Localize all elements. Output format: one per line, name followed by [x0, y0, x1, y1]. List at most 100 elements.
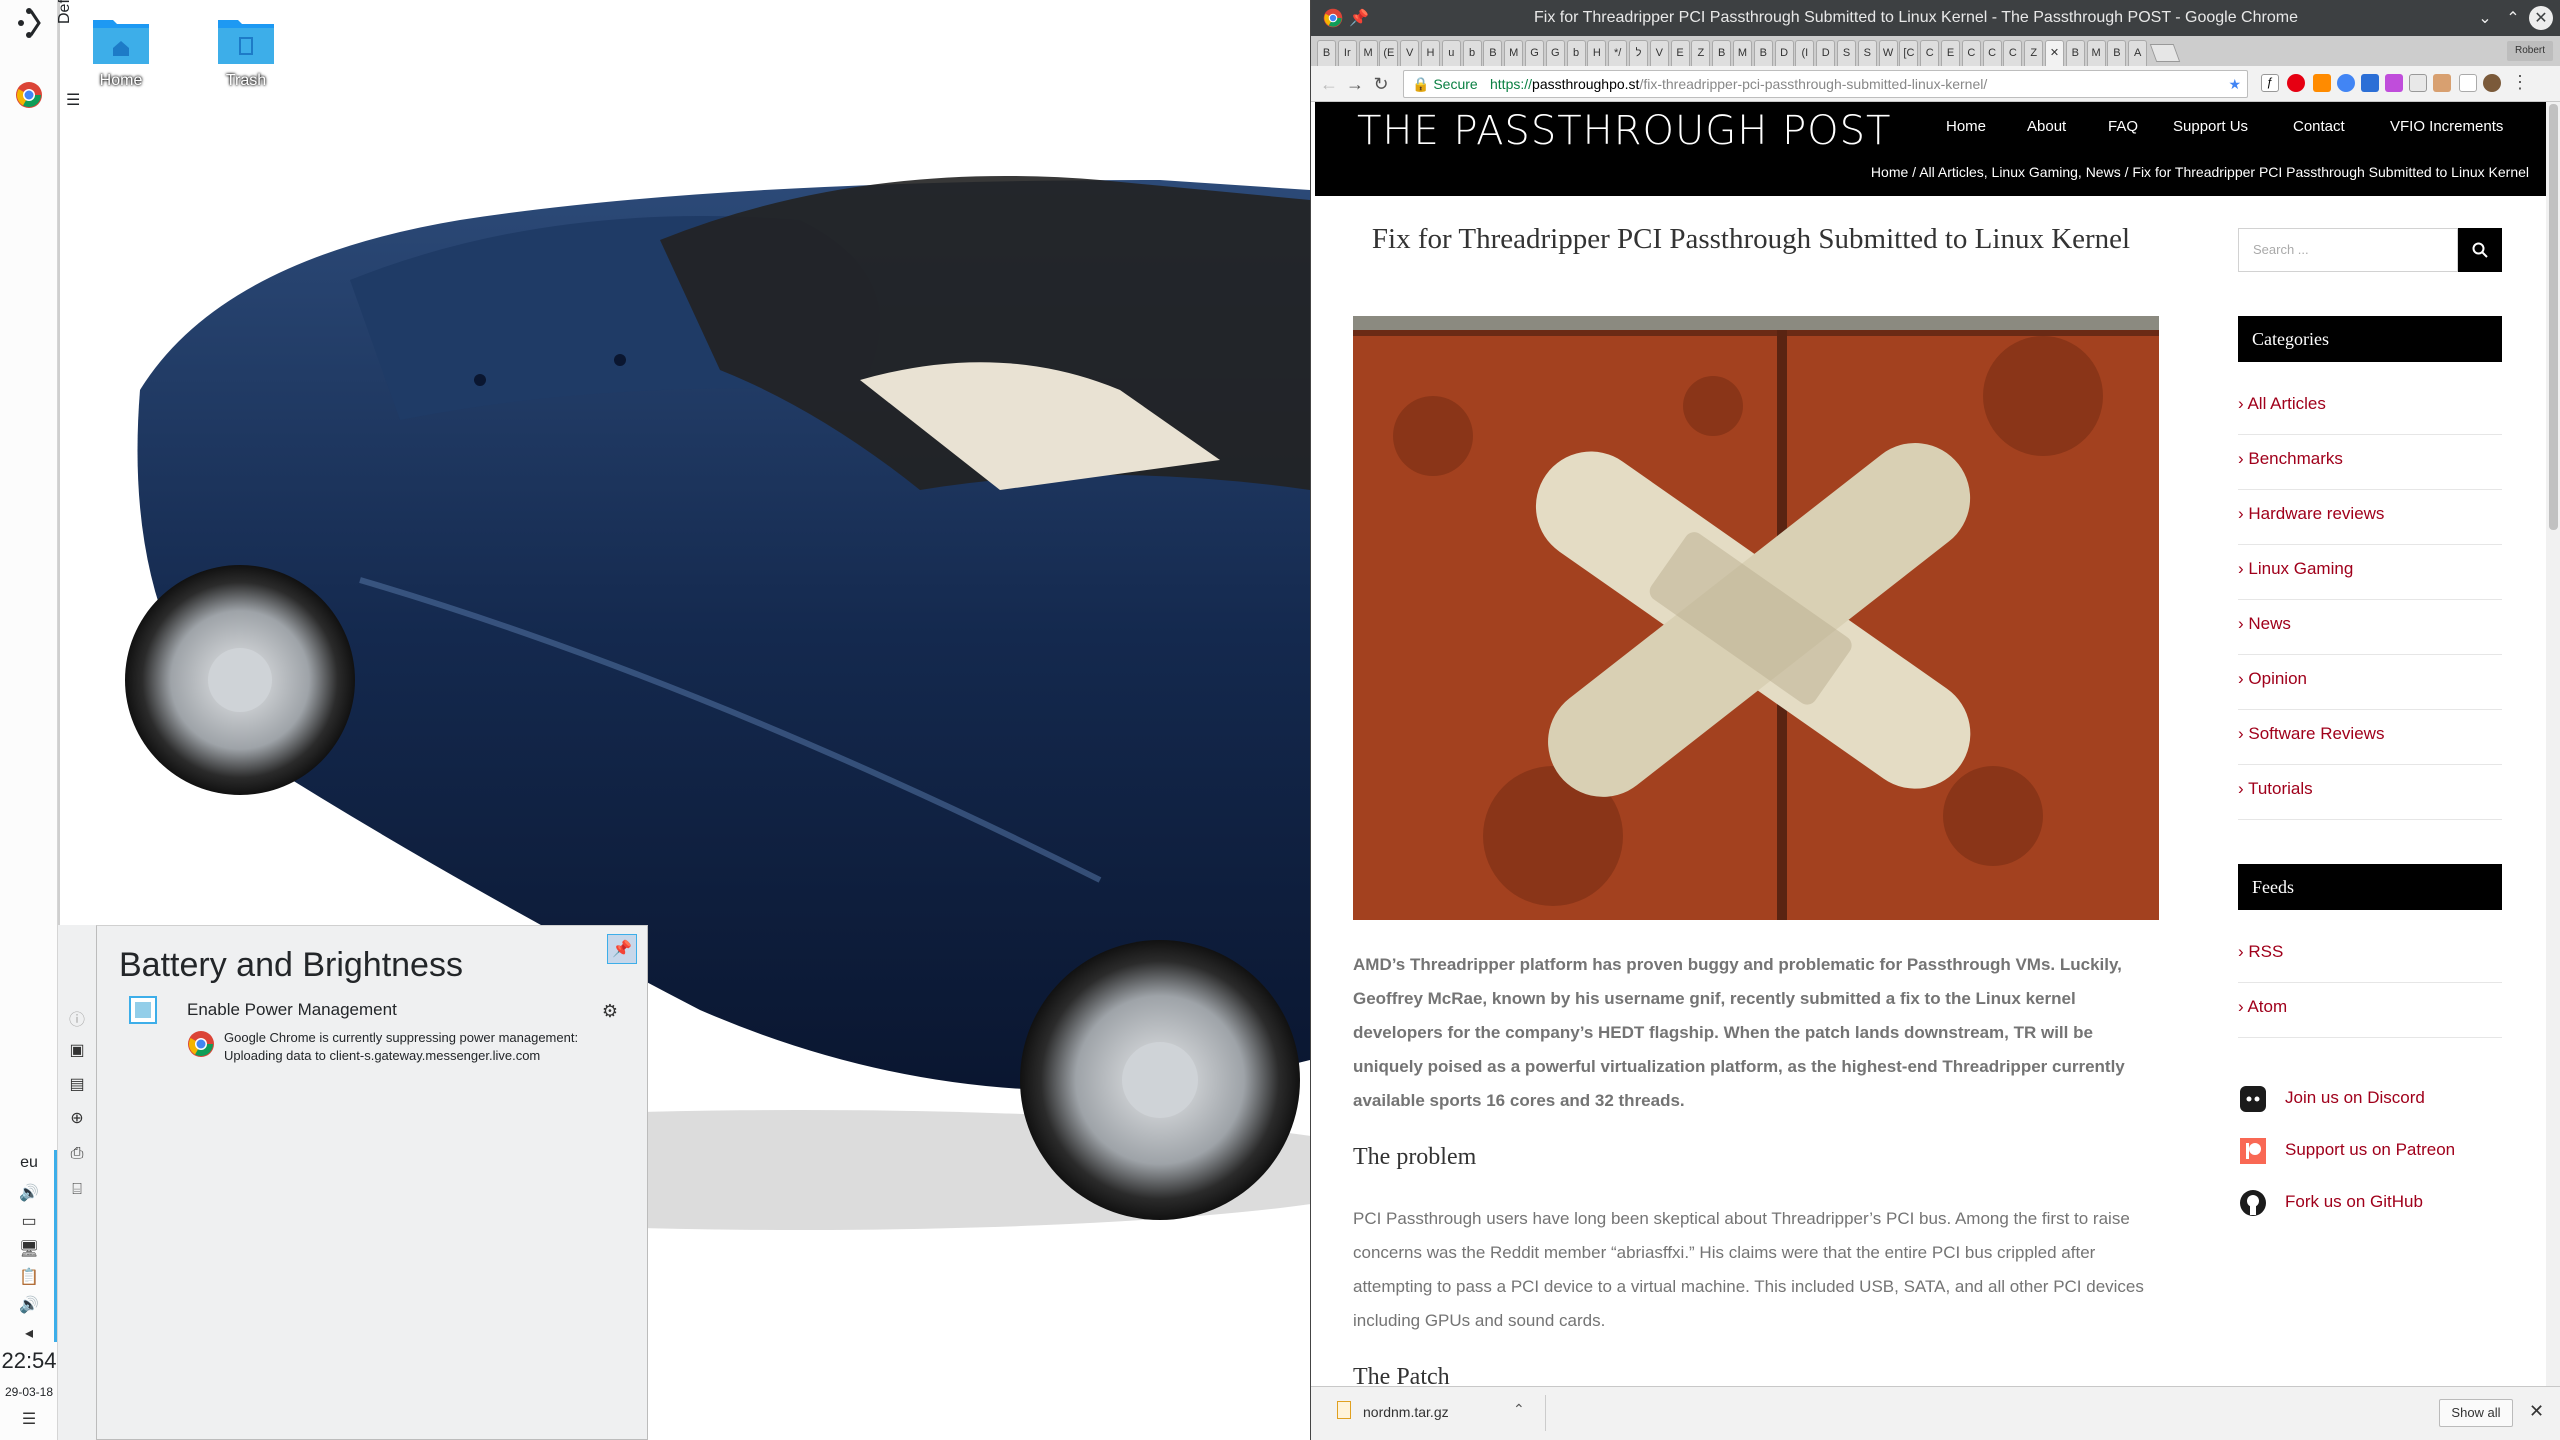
nav-about[interactable]: About: [2027, 118, 2066, 135]
browser-tab[interactable]: M: [1358, 40, 1378, 66]
nav-vfio-increments[interactable]: VFIO Increments: [2390, 118, 2503, 135]
page-scrollbar[interactable]: [2546, 102, 2560, 1386]
pin-icon[interactable]: 📌: [607, 934, 637, 964]
browser-tab[interactable]: M: [1733, 40, 1752, 66]
power-settings-icon[interactable]: ⚙: [597, 998, 623, 1024]
volume-icon[interactable]: 🔊: [18, 1182, 40, 1204]
browser-tab[interactable]: (I: [1795, 40, 1815, 66]
nav-home[interactable]: Home: [1946, 118, 1986, 135]
chrome-menu-icon[interactable]: ⋮: [2511, 73, 2529, 92]
forward-icon[interactable]: →: [1343, 72, 1367, 96]
panel-menu-icon[interactable]: ☰: [18, 1408, 40, 1430]
audio-icon[interactable]: 🔊: [18, 1294, 40, 1316]
opera-extension-icon[interactable]: [2287, 74, 2305, 92]
notifications-icon[interactable]: ⓘ: [66, 1007, 88, 1029]
browser-tab[interactable]: B: [1753, 40, 1773, 66]
chrome-window-icon[interactable]: [1321, 6, 1345, 30]
category-link[interactable]: › All Articles: [2238, 394, 2502, 435]
browser-tab[interactable]: */: [1608, 40, 1628, 66]
category-link[interactable]: › Linux Gaming: [2238, 559, 2502, 600]
enable-power-management-label[interactable]: Enable Power Management: [187, 1000, 397, 1020]
search-button[interactable]: [2458, 228, 2502, 272]
app-launcher-icon[interactable]: [10, 4, 48, 42]
browser-tab[interactable]: S: [1837, 40, 1856, 66]
browser-tab[interactable]: C: [1982, 40, 2002, 66]
printer-icon[interactable]: ⎙: [66, 1143, 88, 1165]
extension-icon[interactable]: [2361, 74, 2379, 92]
browser-tab[interactable]: M: [2086, 40, 2106, 66]
address-bar[interactable]: 🔒 Secure https://passthroughpo.st/fix-th…: [1403, 70, 2248, 98]
category-link[interactable]: › Software Reviews: [2238, 724, 2502, 765]
enable-power-management-checkbox[interactable]: [129, 996, 157, 1024]
display-icon[interactable]: 🖥: [18, 1238, 40, 1260]
browser-tab[interactable]: W: [1878, 40, 1898, 66]
window-icon[interactable]: ▭: [18, 1210, 40, 1232]
browser-tab[interactable]: u: [1441, 40, 1461, 66]
extension-icon[interactable]: [2313, 74, 2331, 92]
category-link[interactable]: › Tutorials: [2238, 779, 2502, 820]
desktop-icon-home[interactable]: Home: [66, 14, 176, 90]
browser-tab[interactable]: M: [1504, 40, 1524, 66]
browser-tab[interactable]: [C: [1899, 40, 1919, 66]
nav-contact[interactable]: Contact: [2293, 118, 2345, 135]
browser-tab[interactable]: B: [1712, 40, 1732, 66]
close-download-bar-icon[interactable]: ✕: [2529, 1401, 2544, 1422]
usb-device-icon[interactable]: ⌸: [66, 1179, 88, 1201]
hamburger-menu-icon[interactable]: ☰: [66, 90, 80, 110]
extension-icon[interactable]: [2385, 74, 2403, 92]
browser-tab[interactable]: Z: [2024, 40, 2044, 66]
close-window-icon[interactable]: ✕: [2529, 6, 2553, 30]
clock-time[interactable]: 22:54: [0, 1348, 58, 1374]
browser-tab[interactable]: b: [1566, 40, 1586, 66]
category-link[interactable]: › Benchmarks: [2238, 449, 2502, 490]
back-icon[interactable]: ←: [1317, 72, 1341, 96]
chrome-extension-icon[interactable]: [2337, 74, 2355, 92]
browser-tab[interactable]: b: [1462, 40, 1482, 66]
nav-support-us[interactable]: Support Us: [2173, 118, 2248, 135]
expand-tray-icon[interactable]: ◂: [18, 1322, 40, 1344]
desktop-icon-trash[interactable]: Trash: [191, 14, 301, 90]
breadcrumb-home[interactable]: Home: [1871, 164, 1908, 180]
browser-tab[interactable]: H: [1421, 40, 1440, 66]
site-logo[interactable]: THE PASSTHROUGH POST: [1357, 108, 1892, 154]
pin-window-icon[interactable]: 📌: [1347, 6, 1371, 30]
maximize-window-icon[interactable]: ⌃: [2501, 6, 2525, 30]
feed-link-rss[interactable]: › RSS: [2238, 942, 2502, 983]
clipboard-icon[interactable]: 📋: [18, 1266, 40, 1288]
secure-indicator[interactable]: 🔒 Secure: [1412, 71, 1478, 97]
browser-tab[interactable]: V: [1649, 40, 1669, 66]
browser-tab[interactable]: ל: [1629, 40, 1648, 66]
updates-icon[interactable]: ⊕: [66, 1107, 88, 1129]
browser-tab[interactable]: D: [1816, 40, 1836, 66]
browser-tab[interactable]: B: [1317, 40, 1336, 66]
browser-tab[interactable]: V: [1400, 40, 1420, 66]
battery-brightness-icon[interactable]: ▣: [66, 1039, 88, 1061]
keyboard-layout-indicator[interactable]: eu: [0, 1154, 58, 1172]
browser-tab[interactable]: E: [1670, 40, 1690, 66]
browser-tab[interactable]: ✕: [2045, 40, 2064, 66]
browser-tab[interactable]: C: [2003, 40, 2023, 66]
browser-tab[interactable]: G: [1525, 40, 1544, 66]
extension-icon[interactable]: [2409, 74, 2427, 92]
calendar-icon[interactable]: ▤: [66, 1073, 88, 1095]
nav-faq[interactable]: FAQ: [2108, 118, 2138, 135]
category-link[interactable]: › Opinion: [2238, 669, 2502, 710]
category-link[interactable]: › Hardware reviews: [2238, 504, 2502, 545]
formula-extension-icon[interactable]: ƒ: [2261, 74, 2279, 92]
browser-tab[interactable]: H: [1587, 40, 1607, 66]
category-link[interactable]: › News: [2238, 614, 2502, 655]
extension-icon[interactable]: [2459, 74, 2477, 92]
feed-link-atom[interactable]: › Atom: [2238, 997, 2502, 1038]
browser-tab[interactable]: B: [2107, 40, 2127, 66]
browser-tab[interactable]: B: [2065, 40, 2085, 66]
browser-tab[interactable]: Z: [1691, 40, 1711, 66]
browser-tab[interactable]: D: [1774, 40, 1794, 66]
chrome-task-icon[interactable]: [10, 76, 48, 114]
browser-tab[interactable]: A: [2128, 40, 2148, 66]
browser-tab[interactable]: B: [1483, 40, 1503, 66]
browser-tab[interactable]: C: [1920, 40, 1940, 66]
browser-tab[interactable]: Ir: [1337, 40, 1357, 66]
download-filename[interactable]: nordnm.tar.gz: [1363, 1404, 1449, 1420]
browser-tab[interactable]: (E: [1379, 40, 1399, 66]
window-titlebar[interactable]: 📌 Fix for Threadripper PCI Passthrough S…: [1311, 0, 2560, 36]
